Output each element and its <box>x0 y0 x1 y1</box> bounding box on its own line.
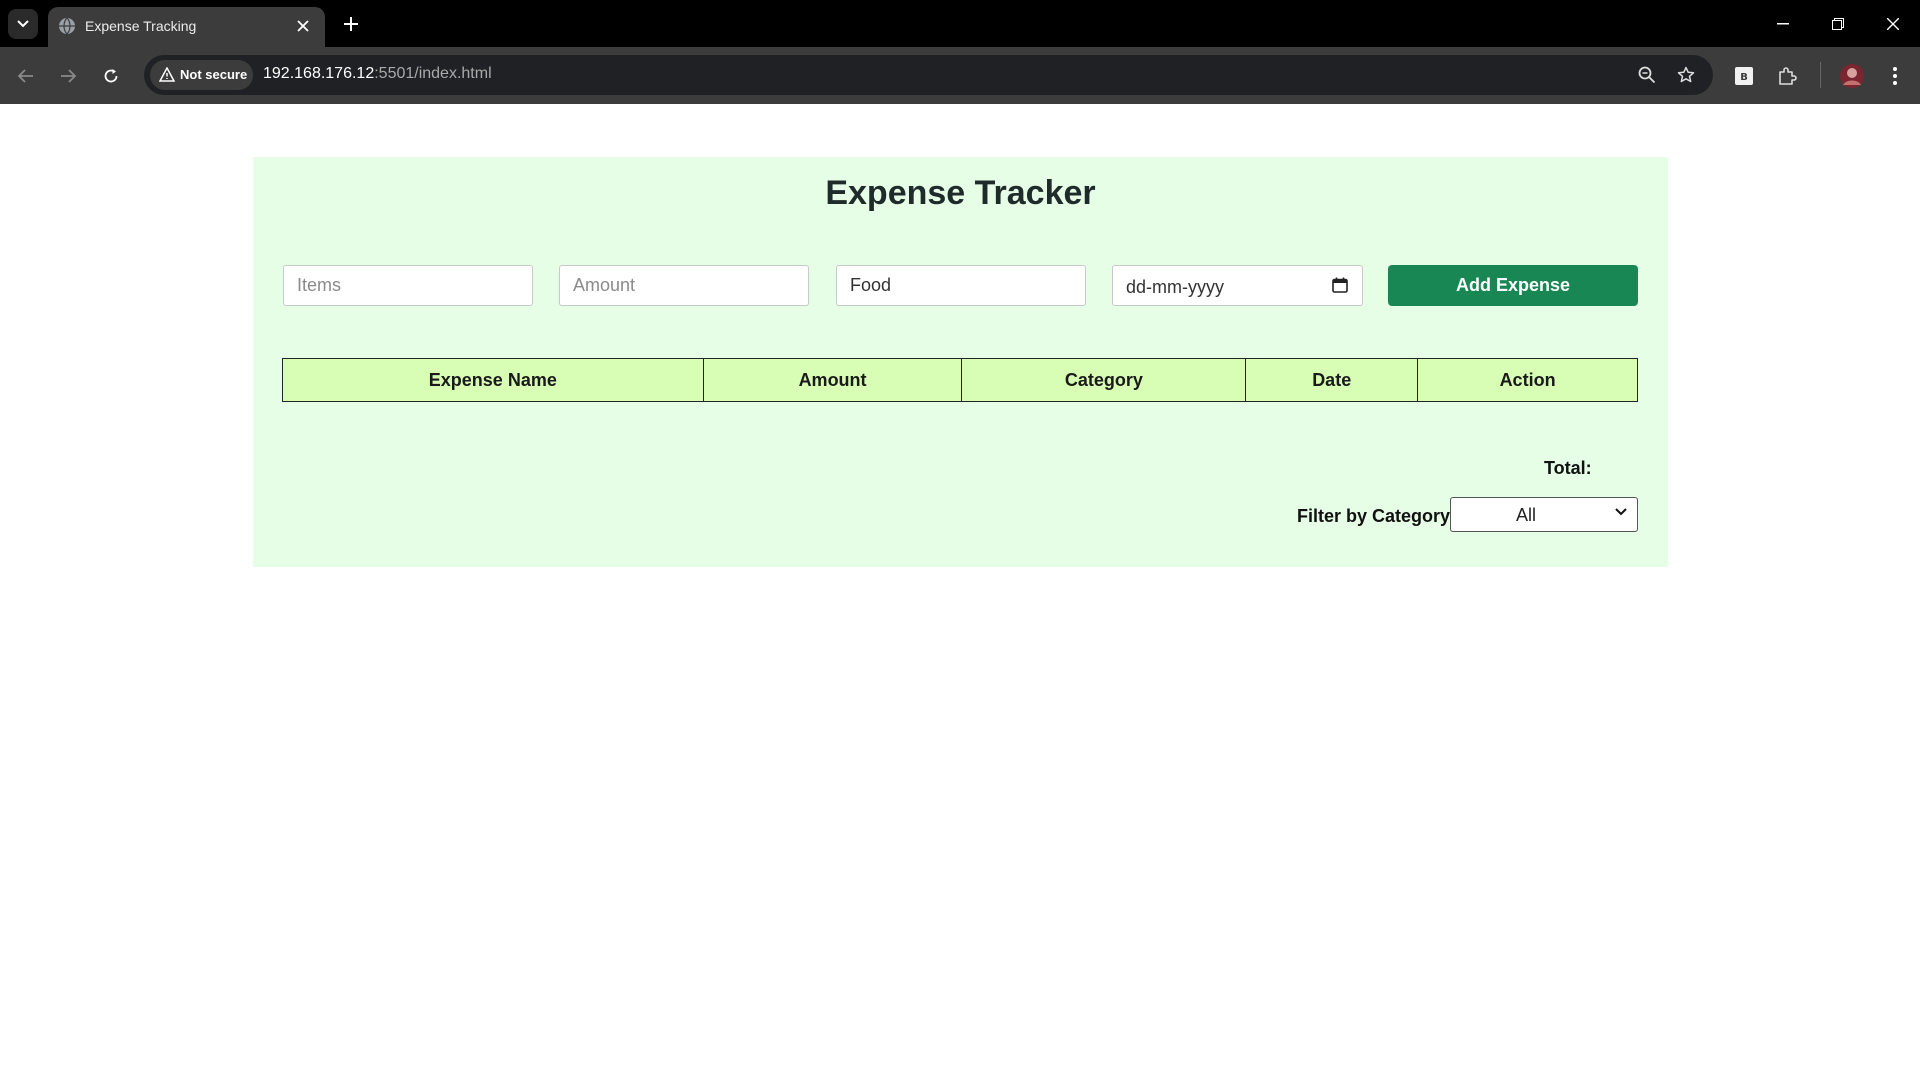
add-expense-button[interactable]: Add Expense <box>1388 265 1638 306</box>
filter-label: Filter by Category: <box>1297 506 1457 526</box>
total-label: Total: <box>1544 458 1592 478</box>
close-window-button[interactable] <box>1876 8 1910 40</box>
browser-tab-bar: Expense Tracking <box>0 0 1920 47</box>
column-header-category: Category <box>961 358 1247 402</box>
arrow-right-icon <box>61 69 76 83</box>
new-tab-button[interactable] <box>337 10 365 38</box>
security-chip[interactable]: Not secure <box>150 60 253 90</box>
page-title: Expense Tracker <box>825 174 1096 212</box>
tab-close-icon[interactable] <box>293 16 313 36</box>
bookmark-star-icon[interactable] <box>1674 63 1698 87</box>
close-icon <box>1887 18 1899 30</box>
items-input[interactable] <box>283 265 533 306</box>
toolbar-divider <box>1820 62 1821 88</box>
date-placeholder: dd-mm-yyyy <box>1126 277 1224 297</box>
date-input[interactable]: dd-mm-yyyy <box>1112 265 1363 306</box>
extension-b-icon[interactable]: B <box>1729 61 1759 91</box>
extensions-puzzle-icon[interactable] <box>1772 61 1802 91</box>
url-host: 192.168.176.12 <box>263 65 375 82</box>
profile-avatar[interactable] <box>1837 61 1867 91</box>
browser-tab-active[interactable]: Expense Tracking <box>48 7 325 47</box>
plus-icon <box>344 17 358 31</box>
amount-input[interactable] <box>559 265 809 306</box>
back-button[interactable] <box>11 61 41 91</box>
category-filter-select[interactable]: All <box>1450 497 1638 532</box>
column-header-date: Date <box>1245 358 1419 402</box>
address-bar[interactable]: Not secure 192.168.176.12:5501/index.htm… <box>144 55 1713 95</box>
chevron-down-icon <box>17 20 29 28</box>
expense-table: Expense Name Amount Category Date Action <box>282 358 1638 402</box>
minimize-button[interactable] <box>1766 8 1800 40</box>
minimize-icon <box>1777 23 1789 25</box>
reload-icon <box>104 69 118 83</box>
filter-selected-value: All <box>1515 505 1536 525</box>
column-header-expense-name: Expense Name <box>282 358 704 402</box>
url-path: :5501/index.html <box>374 65 492 82</box>
zoom-icon[interactable] <box>1635 63 1659 87</box>
tab-search-button[interactable] <box>8 9 38 39</box>
reload-button[interactable] <box>96 61 126 91</box>
calendar-icon[interactable] <box>1332 277 1348 293</box>
kebab-menu-icon[interactable] <box>1880 61 1910 91</box>
expense-tracker-card: Expense Tracker dd-mm-yyyy Add Expense E… <box>253 157 1668 567</box>
globe-icon <box>59 17 75 35</box>
tab-title: Expense Tracking <box>85 18 197 34</box>
svg-text:B: B <box>1740 72 1748 83</box>
chevron-down-icon <box>1615 508 1627 516</box>
warning-icon <box>159 67 175 82</box>
restore-button[interactable] <box>1821 8 1855 40</box>
restore-icon <box>1832 18 1844 30</box>
url-text: 192.168.176.12:5501/index.html <box>263 65 492 83</box>
arrow-left-icon <box>18 69 33 83</box>
table-header-row: Expense Name Amount Category Date Action <box>282 358 1638 402</box>
security-label: Not secure <box>180 67 248 82</box>
category-input[interactable] <box>836 265 1086 306</box>
column-header-action: Action <box>1417 358 1638 402</box>
browser-toolbar: Not secure 192.168.176.12:5501/index.htm… <box>0 47 1920 104</box>
forward-button[interactable] <box>53 61 83 91</box>
column-header-amount: Amount <box>702 358 963 402</box>
